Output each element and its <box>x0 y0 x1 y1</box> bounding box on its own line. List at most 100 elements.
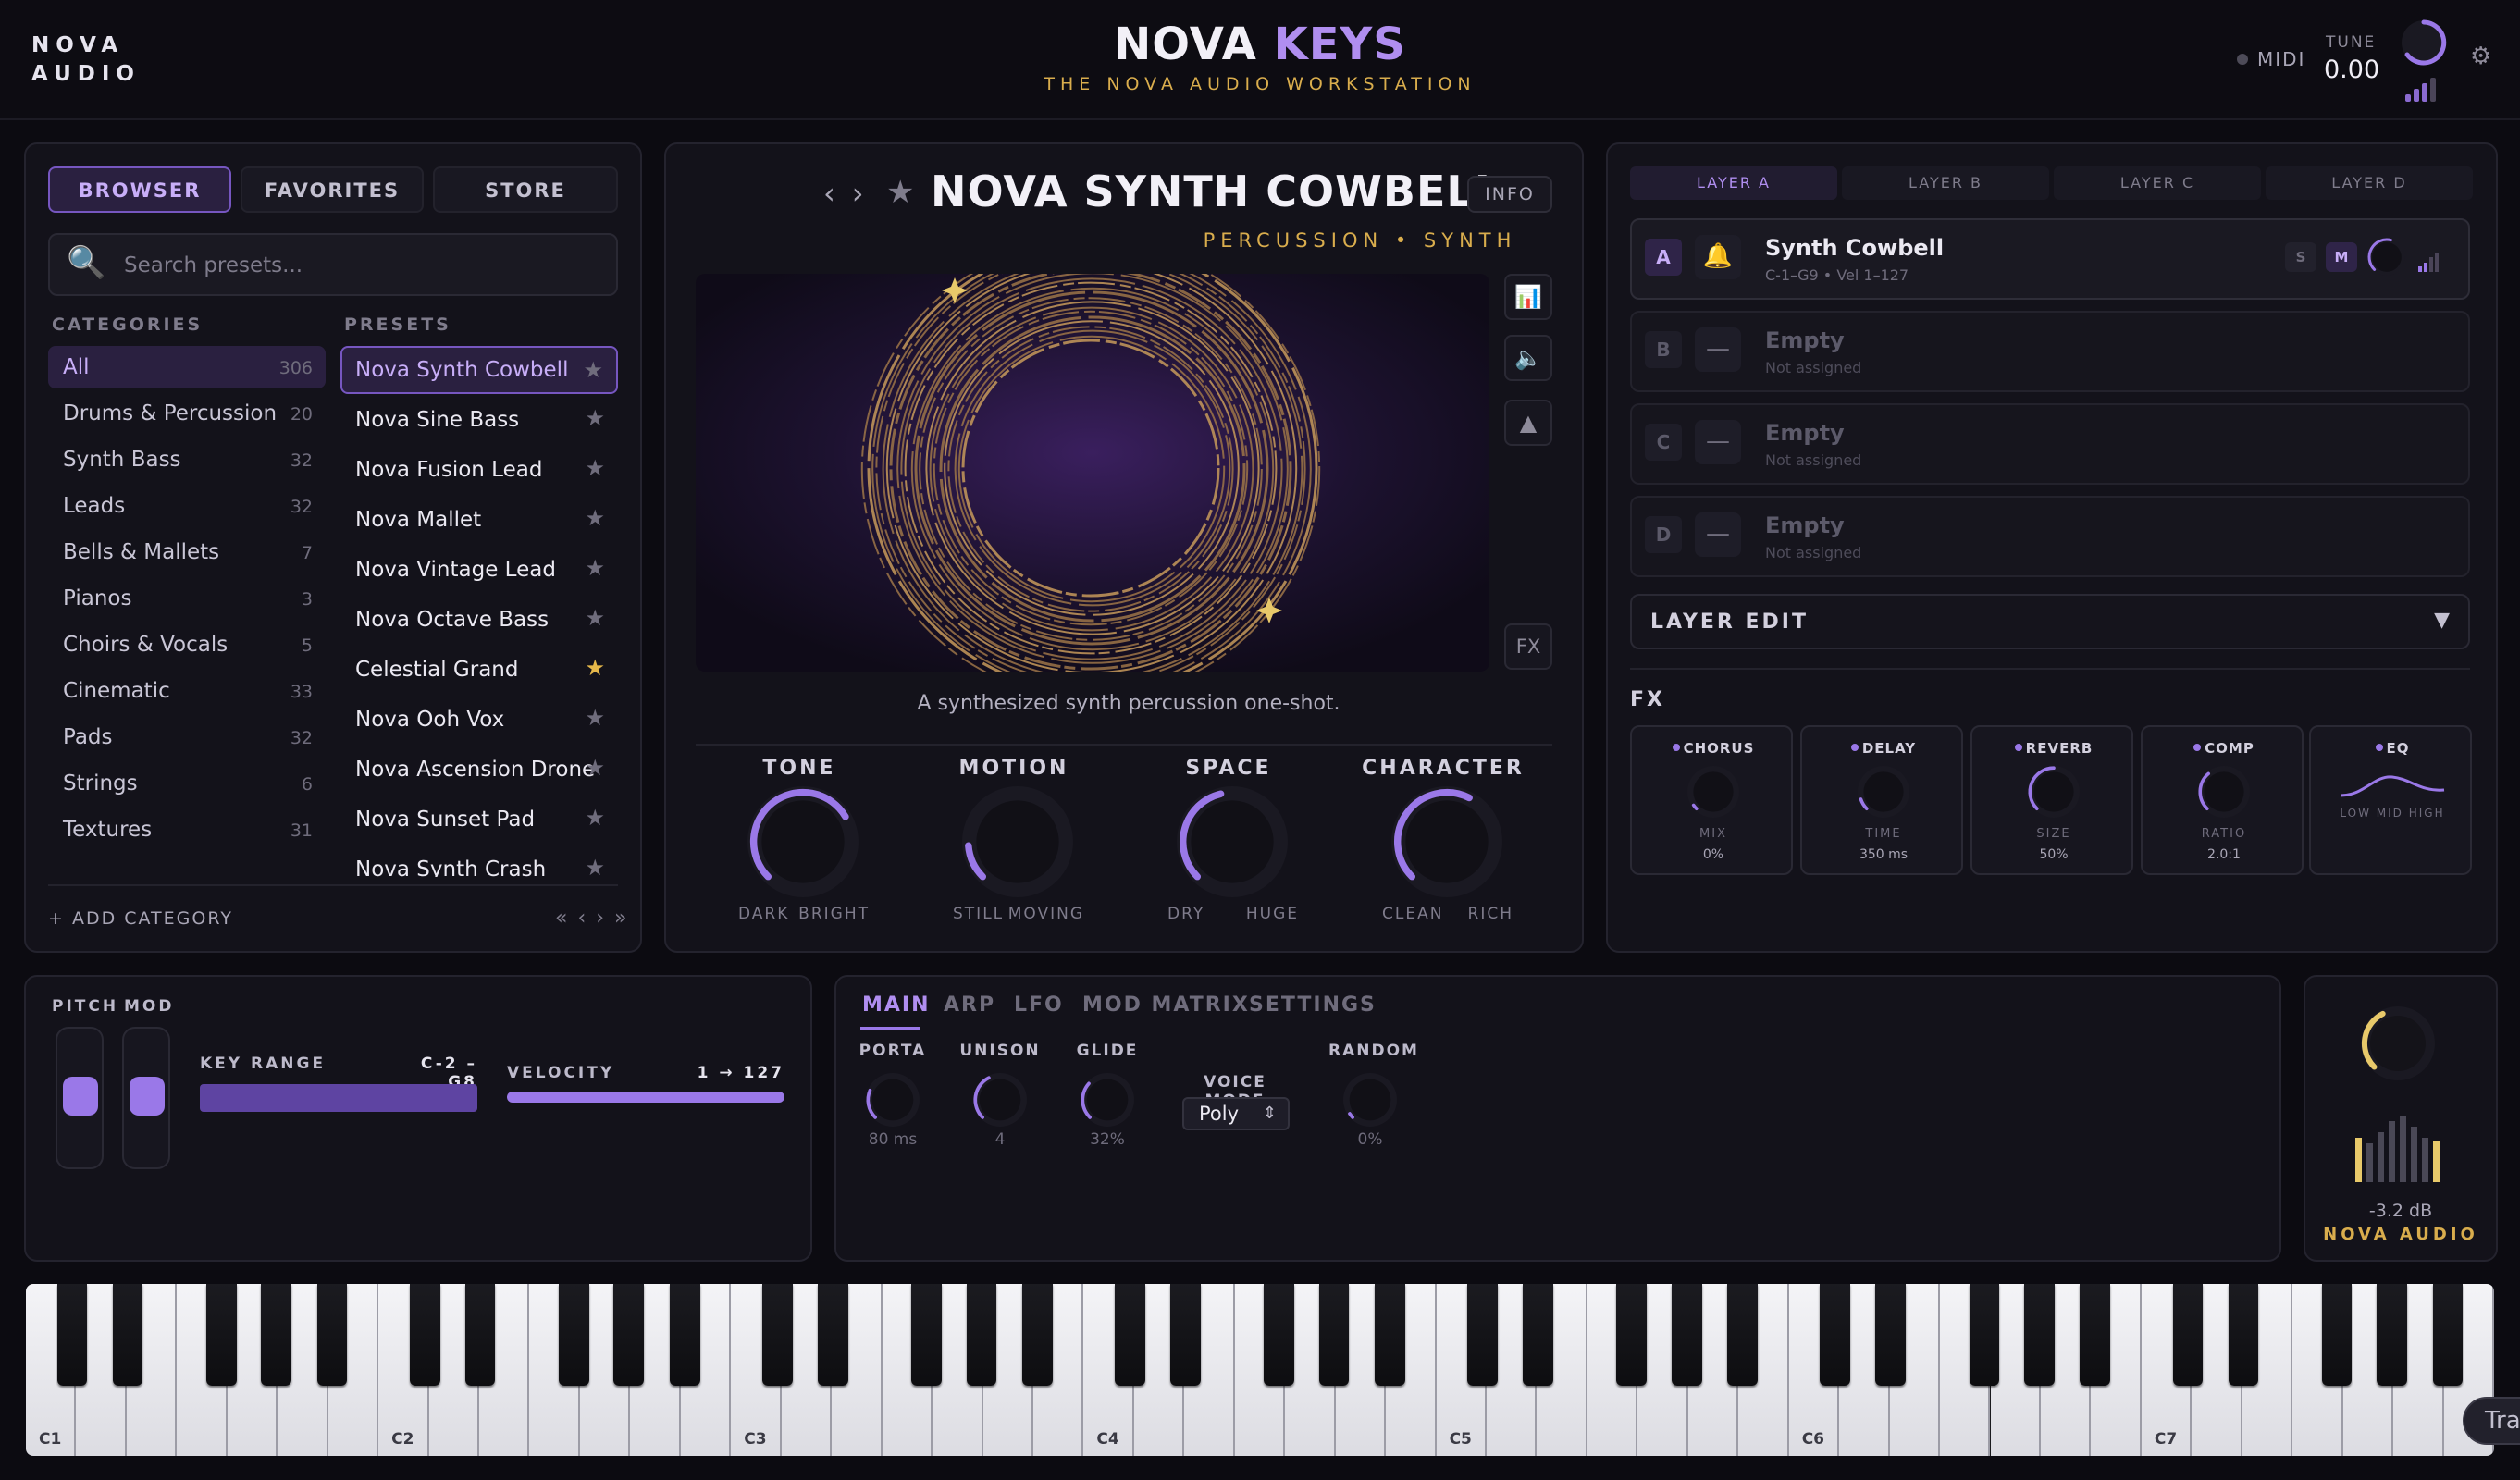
layer-row-c[interactable]: C — Empty Not assigned <box>1630 403 2470 485</box>
transport-tab[interactable]: Tra <box>2463 1397 2520 1445</box>
black-key[interactable] <box>2172 1284 2204 1386</box>
favorite-star-icon[interactable]: ★ <box>585 655 605 681</box>
black-key[interactable] <box>2023 1284 2055 1386</box>
favorite-star-icon[interactable]: ★ <box>585 805 605 831</box>
black-key[interactable] <box>2377 1284 2407 1386</box>
fx-knob[interactable] <box>1686 764 1741 820</box>
macro-knob[interactable] <box>960 784 1075 899</box>
black-key[interactable] <box>613 1284 645 1386</box>
chart-icon[interactable]: 📊 <box>1504 274 1552 320</box>
gear-icon[interactable]: ⚙ <box>2470 43 2491 70</box>
triangle-icon[interactable]: ▲ <box>1504 400 1552 446</box>
tune-knob[interactable] <box>2398 17 2450 68</box>
macro-knob[interactable] <box>1175 784 1290 899</box>
search-input[interactable] <box>124 246 605 285</box>
black-key[interactable] <box>966 1284 997 1386</box>
favorite-star-icon[interactable]: ★ <box>585 555 605 581</box>
mod-wheel[interactable] <box>122 1027 170 1169</box>
black-key[interactable] <box>1969 1284 2000 1386</box>
favorite-star-icon[interactable]: ★ <box>585 705 605 731</box>
tab-settings[interactable]: SETTINGS <box>1249 993 1377 1017</box>
preset-item[interactable]: Nova Synth Cowbell ★ <box>340 346 618 394</box>
black-key[interactable] <box>1318 1284 1350 1386</box>
preset-search[interactable]: 🔍 <box>48 233 618 296</box>
preset-item[interactable]: Nova Synth Crash ★ <box>340 845 618 877</box>
random-knob[interactable] <box>1341 1071 1399 1128</box>
fx-module-delay[interactable]: DELAY TIME 350 ms <box>1800 725 1963 875</box>
macro-knob[interactable] <box>746 784 860 899</box>
unison-knob[interactable] <box>971 1071 1029 1128</box>
favorite-star-icon[interactable]: ★ <box>585 605 605 631</box>
fx-module-comp[interactable]: COMP RATIO 2.0:1 <box>2141 725 2304 875</box>
master-volume-knob[interactable] <box>2353 999 2442 1088</box>
favorite-star-icon[interactable]: ★ <box>585 755 605 781</box>
preset-item[interactable]: Nova Octave Bass ★ <box>340 596 618 644</box>
favorite-star-icon[interactable]: ★ <box>585 405 605 431</box>
macro-knob[interactable] <box>1390 784 1504 899</box>
tab-layer-c[interactable]: LAYER C <box>2054 166 2261 200</box>
tab-layer-d[interactable]: LAYER D <box>2266 166 2473 200</box>
black-key[interactable] <box>205 1284 237 1386</box>
favorite-star-icon[interactable]: ★ <box>585 855 605 877</box>
black-key[interactable] <box>2432 1284 2464 1386</box>
black-key[interactable] <box>1022 1284 1053 1386</box>
piano-keyboard[interactable]: C1 C2 C3 C4 C5 C6 C7 <box>26 1284 2494 1456</box>
black-key[interactable] <box>316 1284 348 1386</box>
black-key[interactable] <box>2080 1284 2111 1386</box>
fx-knob[interactable] <box>1856 764 1911 820</box>
black-key[interactable] <box>1671 1284 1702 1386</box>
velocity-range-bar[interactable] <box>507 1092 784 1103</box>
black-key[interactable] <box>1375 1284 1405 1386</box>
layer-volume-knob[interactable] <box>2366 237 2407 278</box>
tab-lfo[interactable]: LFO <box>1014 993 1064 1017</box>
black-key[interactable] <box>669 1284 700 1386</box>
black-key[interactable] <box>56 1284 88 1386</box>
preset-item[interactable]: Nova Fusion Lead ★ <box>340 446 618 494</box>
fx-knob[interactable] <box>2196 764 2252 820</box>
black-key[interactable] <box>464 1284 496 1386</box>
layer-row-d[interactable]: D — Empty Not assigned <box>1630 496 2470 577</box>
tab-mod-matrix[interactable]: MOD MATRIX <box>1082 993 1250 1017</box>
preset-item[interactable]: Nova Sunset Pad ★ <box>340 796 618 844</box>
tab-browser[interactable]: BROWSER <box>48 166 231 213</box>
black-key[interactable] <box>762 1284 793 1386</box>
black-key[interactable] <box>1467 1284 1498 1386</box>
favorite-star-icon[interactable]: ★ <box>585 455 605 481</box>
fx-knob[interactable] <box>2026 764 2081 820</box>
tab-main[interactable]: MAIN <box>862 993 931 1017</box>
add-category-button[interactable]: + ADD CATEGORY <box>48 908 233 929</box>
black-key[interactable] <box>409 1284 440 1386</box>
preset-item[interactable]: Nova Vintage Lead ★ <box>340 546 618 594</box>
black-key[interactable] <box>1727 1284 1758 1386</box>
preset-nav-arrows[interactable]: ‹› <box>823 176 881 211</box>
layer-edit-dropdown[interactable]: LAYER EDIT ▼ <box>1630 594 2470 649</box>
tab-store[interactable]: STORE <box>433 166 618 213</box>
preset-item[interactable]: Nova Ascension Drone ★ <box>340 746 618 794</box>
tune-value[interactable]: 0.00 <box>2324 56 2379 84</box>
chevron-left-icon[interactable]: ‹ <box>823 176 852 211</box>
glide-knob[interactable] <box>1079 1071 1136 1128</box>
key-range-bar[interactable] <box>200 1084 477 1112</box>
chevron-right-icon[interactable]: › <box>852 176 881 211</box>
black-key[interactable] <box>1115 1284 1145 1386</box>
black-key[interactable] <box>911 1284 942 1386</box>
layer-row-b[interactable]: B — Empty Not assigned <box>1630 311 2470 392</box>
favorite-star-icon[interactable]: ★ <box>886 174 914 211</box>
solo-button[interactable]: S <box>2285 242 2316 272</box>
black-key[interactable] <box>1820 1284 1851 1386</box>
black-key[interactable] <box>1616 1284 1648 1386</box>
preset-item[interactable]: Nova Sine Bass ★ <box>340 396 618 444</box>
layer-row-a[interactable]: A 🔔 Synth Cowbell C-1–G9 • Vel 1–127 S M <box>1630 218 2470 300</box>
tab-layer-b[interactable]: LAYER B <box>1842 166 2049 200</box>
black-key[interactable] <box>2228 1284 2259 1386</box>
preset-item[interactable]: Nova Mallet ★ <box>340 496 618 544</box>
porta-knob[interactable] <box>864 1071 921 1128</box>
favorite-star-icon[interactable]: ★ <box>585 505 605 531</box>
midi-indicator[interactable]: MIDI <box>2237 48 2305 70</box>
black-key[interactable] <box>817 1284 848 1386</box>
tab-arp[interactable]: ARP <box>944 993 995 1017</box>
black-key[interactable] <box>2321 1284 2353 1386</box>
black-key[interactable] <box>1523 1284 1553 1386</box>
favorite-star-icon[interactable]: ★ <box>583 357 603 383</box>
voice-mode-select[interactable]: Poly ⇕ <box>1182 1097 1290 1130</box>
